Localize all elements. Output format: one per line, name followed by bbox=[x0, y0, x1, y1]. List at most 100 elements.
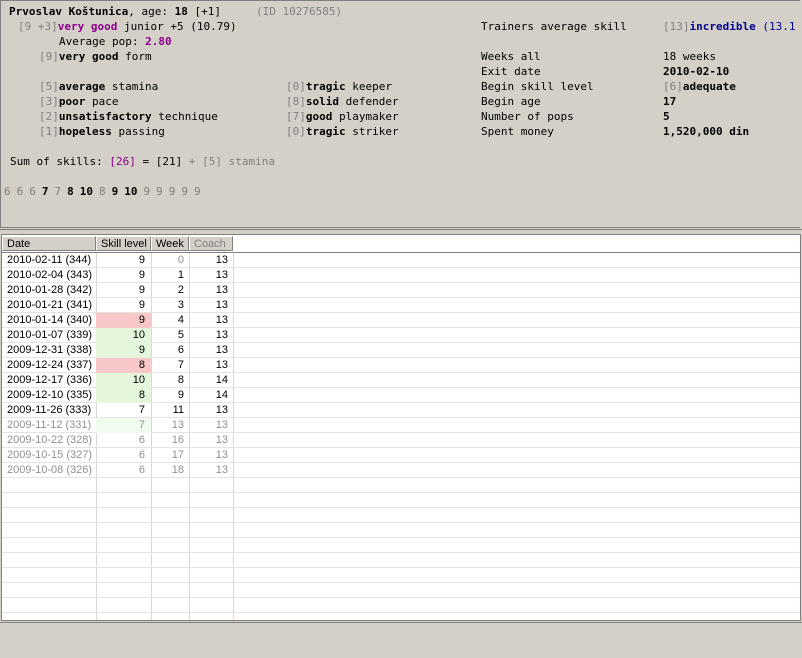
table-row[interactable] bbox=[2, 568, 800, 583]
sum-part2: [5] bbox=[202, 155, 222, 168]
table-row[interactable]: 2009-10-08 (326) 6 18 13 bbox=[2, 463, 800, 478]
skill-level: solid bbox=[305, 95, 339, 108]
cell-date: 2009-10-22 (328) bbox=[7, 434, 93, 446]
cell-coach: 13 bbox=[215, 404, 228, 416]
table-row[interactable]: 2009-11-26 (333) 7 11 13 bbox=[2, 403, 800, 418]
cell-week: 2 bbox=[177, 284, 184, 296]
form-rating: [9]very good form bbox=[39, 50, 152, 63]
stat-value: 5 bbox=[663, 110, 670, 123]
table-row[interactable] bbox=[2, 508, 800, 523]
sequence-value: 10 bbox=[124, 185, 138, 198]
skill-pace: [3]poor pace bbox=[39, 95, 119, 108]
player-info-panel: Prvoslav Koštunica, age: 18 [+1] (ID 102… bbox=[0, 0, 800, 228]
cell-date: 2009-10-08 (326) bbox=[7, 464, 93, 476]
overall-rating: [9 +3]very good junior +5 (10.79) bbox=[18, 20, 237, 33]
stat-value: 2010-02-10 bbox=[663, 65, 730, 78]
sequence-value: 6 bbox=[29, 185, 36, 198]
cell-coach: 13 bbox=[215, 284, 228, 296]
cell-coach: 13 bbox=[215, 344, 228, 356]
skill-bracket: [5] bbox=[39, 80, 59, 93]
cell-date: 2010-01-28 (342) bbox=[7, 284, 93, 296]
table-row[interactable] bbox=[2, 538, 800, 553]
cell-week: 13 bbox=[171, 419, 184, 431]
cell-skill-level: 10 bbox=[96, 373, 151, 388]
table-row[interactable]: 2009-10-22 (328) 6 16 13 bbox=[2, 433, 800, 448]
skill-bracket: [1] bbox=[39, 125, 59, 138]
cell-skill-level: 9 bbox=[138, 269, 145, 281]
table-row[interactable]: 2010-02-11 (344) 9 0 13 bbox=[2, 253, 800, 268]
trainers-label: Trainers average skill bbox=[481, 20, 627, 33]
skill-level: tragic bbox=[305, 80, 346, 93]
cell-skill-level: 6 bbox=[138, 449, 145, 461]
skill-bracket: [8] bbox=[286, 95, 306, 108]
cell-skill-level: 9 bbox=[138, 299, 145, 311]
skill-bracket: [0] bbox=[286, 80, 306, 93]
table-row[interactable]: 2009-10-15 (327) 6 17 13 bbox=[2, 448, 800, 463]
stat-label: Weeks all bbox=[481, 50, 541, 63]
cell-date: 2009-11-26 (333) bbox=[7, 404, 92, 416]
skill-sequence: 6 6 6 7 7 8 10 8 9 10 9 9 9 9 9 bbox=[4, 185, 207, 198]
player-id: (ID 10276585) bbox=[256, 5, 343, 18]
table-row[interactable] bbox=[2, 553, 800, 568]
table-row[interactable]: 2010-01-21 (341) 9 3 13 bbox=[2, 298, 800, 313]
player-header: Prvoslav Koštunica, age: 18 [+1] bbox=[9, 5, 221, 18]
table-row[interactable] bbox=[2, 523, 800, 538]
form-bracket: [9] bbox=[39, 50, 59, 63]
column-header-week[interactable]: Week bbox=[151, 236, 189, 251]
table-row[interactable]: 2010-01-14 (340) 9 4 13 bbox=[2, 313, 800, 328]
skill-bracket: [7] bbox=[286, 110, 306, 123]
cell-week: 9 bbox=[177, 389, 184, 401]
table-row[interactable]: 2009-12-24 (337) 8 7 13 bbox=[2, 358, 800, 373]
cell-week: 11 bbox=[172, 404, 184, 416]
cell-skill-level: 7 bbox=[138, 404, 145, 416]
sequence-value: 6 bbox=[16, 185, 24, 198]
skill-technique: [2]unsatisfactory technique bbox=[39, 110, 218, 123]
table-row[interactable] bbox=[2, 598, 800, 613]
cell-date: 2009-10-15 (327) bbox=[7, 449, 93, 461]
column-header-coach[interactable]: Coach bbox=[189, 236, 233, 251]
cell-skill-level: 9 bbox=[96, 313, 151, 328]
trainers-level: incredible bbox=[689, 20, 756, 33]
cell-skill-level: 6 bbox=[138, 464, 145, 476]
age-prefix: , age: bbox=[128, 5, 175, 18]
table-row[interactable] bbox=[2, 493, 800, 508]
table-row[interactable] bbox=[2, 478, 800, 493]
table-row[interactable]: 2009-12-17 (336) 10 8 14 bbox=[2, 373, 800, 388]
cell-coach: 13 bbox=[215, 434, 228, 446]
table-row[interactable]: 2009-11-12 (331) 7 13 13 bbox=[2, 418, 800, 433]
sequence-value: 9 bbox=[143, 185, 151, 198]
sum-eq: = bbox=[135, 155, 156, 168]
overall-rest: junior +5 (10.79) bbox=[123, 20, 237, 33]
sequence-value: 6 bbox=[4, 185, 11, 198]
cell-week: 5 bbox=[177, 329, 184, 341]
column-header-skill-level[interactable]: Skill level bbox=[96, 236, 151, 251]
skill-bracket: [2] bbox=[39, 110, 59, 123]
cell-skill-level: 9 bbox=[138, 254, 145, 266]
skill-label: defender bbox=[345, 95, 399, 108]
cell-week: 17 bbox=[171, 449, 184, 461]
stat-label: Number of pops bbox=[481, 110, 574, 123]
skill-label: technique bbox=[158, 110, 218, 123]
form-level: very good bbox=[58, 50, 119, 63]
table-row[interactable] bbox=[2, 583, 800, 598]
skill-label: pace bbox=[92, 95, 119, 108]
table-row[interactable]: 2009-12-31 (338) 9 6 13 bbox=[2, 343, 800, 358]
sequence-value: 9 bbox=[168, 185, 176, 198]
table-row[interactable]: 2010-01-07 (339) 10 5 13 bbox=[2, 328, 800, 343]
table-row[interactable]: 2009-12-10 (335) 8 9 14 bbox=[2, 388, 800, 403]
sequence-value: 9 bbox=[181, 185, 188, 198]
table-row[interactable]: 2010-02-04 (343) 9 1 13 bbox=[2, 268, 800, 283]
skill-label: stamina bbox=[111, 80, 159, 93]
cell-skill-level: 6 bbox=[138, 434, 145, 446]
column-header-date[interactable]: Date bbox=[2, 236, 96, 251]
cell-skill-level: 7 bbox=[96, 418, 151, 433]
form-label: form bbox=[125, 50, 152, 63]
cell-week: 7 bbox=[177, 359, 184, 371]
cell-week: 0 bbox=[177, 254, 184, 266]
table-row[interactable]: 2010-01-28 (342) 9 2 13 bbox=[2, 283, 800, 298]
cell-week: 3 bbox=[177, 299, 184, 311]
status-bar bbox=[0, 622, 802, 658]
cell-date: 2009-12-17 (336) bbox=[7, 374, 93, 386]
cell-week: 4 bbox=[177, 314, 184, 326]
cell-coach: 13 bbox=[215, 299, 228, 311]
